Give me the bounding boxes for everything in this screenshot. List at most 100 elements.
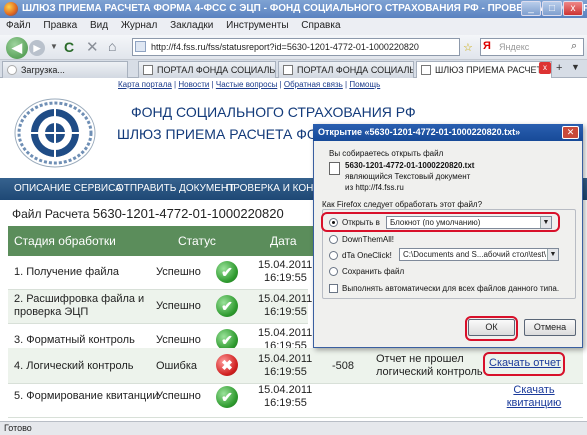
home-icon[interactable]: ⌂: [108, 38, 116, 54]
firefox-icon: [4, 2, 18, 16]
maximize-button[interactable]: □: [542, 1, 562, 16]
tab-label: ШЛЮЗ ПРИЕМА РАСЧЕТА...: [435, 65, 552, 75]
downthemall-radio[interactable]: [329, 235, 338, 244]
download-report-link[interactable]: Скачать отчет: [489, 357, 561, 369]
window-title: ШЛЮЗ ПРИЕМА РАСЧЕТА ФОРМА 4-ФСС С ЭЦП - …: [0, 0, 587, 18]
file-heading: Файл Расчета 5630-1201-4772-01-100022082…: [12, 206, 284, 221]
row-time: 16:19:55: [264, 366, 307, 378]
row-status: Успешно: [156, 334, 201, 346]
yandex-icon: Я: [483, 40, 491, 52]
row-time: 16:19:55: [264, 397, 307, 409]
row-date: 15.04.2011: [258, 293, 313, 305]
minimize-button[interactable]: _: [521, 1, 541, 16]
row-date: 15.04.2011: [258, 353, 313, 365]
row-status: Успешно: [156, 390, 201, 402]
link-sitemap[interactable]: Карта портала: [118, 80, 172, 89]
search-icon[interactable]: ⌕: [571, 40, 577, 53]
nav-service-description[interactable]: ОПИСАНИЕ СЕРВИСА: [14, 183, 122, 194]
row-time: 16:19:55: [264, 272, 307, 284]
row-status: Успешно: [156, 266, 201, 278]
row-stage: 5. Формирование квитанции: [14, 390, 159, 402]
ok-button[interactable]: ОК: [468, 319, 515, 336]
success-icon: ✔: [216, 261, 238, 283]
row-status: Успешно: [156, 300, 201, 312]
auto-checkbox[interactable]: [329, 284, 338, 293]
col-date: Дата: [270, 234, 297, 248]
dropdown-arrow-icon[interactable]: ▼: [547, 249, 558, 260]
tab-portal-2[interactable]: ПОРТАЛ ФОНДА СОЦИАЛЬН...: [278, 61, 414, 78]
nav-send-document[interactable]: ОТПРАВИТЬ ДОКУМЕНТ: [116, 183, 234, 194]
fss-logo-icon: [14, 98, 96, 168]
save-file-label: Сохранить файл: [342, 267, 405, 276]
link-news[interactable]: Новости: [178, 80, 209, 89]
error-message: Отчет не прошел логический контроль: [376, 353, 483, 378]
menu-history[interactable]: Журнал: [121, 20, 158, 31]
row-stage: 3. Форматный контроль: [14, 334, 135, 346]
table-row: 5. Формирование квитанции Успешно ✔ 15.0…: [8, 384, 583, 418]
bookmark-star-icon[interactable]: ☆: [463, 41, 473, 54]
status-bar: Готово: [0, 421, 587, 435]
stop-icon[interactable]: ✕: [86, 38, 99, 56]
success-icon: ✔: [216, 386, 238, 408]
menu-help[interactable]: Справка: [301, 20, 340, 31]
dialog-title: Открытие «5630-1201-4772-01-1000220820.t…: [313, 124, 583, 141]
dialog-close-button[interactable]: ✕: [562, 126, 579, 139]
tab-portal-1[interactable]: ПОРТАЛ ФОНДА СОЦИАЛЬН...: [138, 61, 276, 78]
url-text: http://f4.fss.ru/fss/statusreport?id=563…: [151, 42, 419, 52]
row-stage: 2. Расшифровка файла и проверка ЭЦП: [14, 293, 145, 318]
table-header: Стадия обработки Статус Дата: [8, 226, 348, 256]
tab-label: ПОРТАЛ ФОНДА СОЦИАЛЬН...: [297, 65, 413, 75]
dialog-file-source: из http://f4.fss.ru: [345, 183, 404, 192]
row-date: 15.04.2011: [258, 384, 313, 396]
menu-view[interactable]: Вид: [90, 20, 108, 31]
new-tab-icon[interactable]: +: [556, 62, 562, 74]
success-icon: ✔: [216, 295, 238, 317]
search-input[interactable]: Яндекс: [480, 38, 584, 56]
table-row: 1. Получение файла Успешно ✔ 15.04.2011 …: [8, 256, 312, 290]
save-file-radio[interactable]: [329, 267, 338, 276]
menu-edit[interactable]: Правка: [43, 20, 77, 31]
dropdown-arrow-icon[interactable]: ▼: [50, 42, 58, 51]
org-name: ФОНД СОЦИАЛЬНОГО СТРАХОВАНИЯ РФ: [131, 104, 416, 120]
forward-button[interactable]: ▶: [29, 40, 45, 56]
onetclick-label: dTa OneClick!: [342, 251, 392, 260]
col-status: Статус: [178, 234, 216, 248]
page-icon: [283, 65, 293, 75]
site-icon: [135, 41, 146, 52]
tab-label: Загрузка...: [21, 65, 65, 75]
downthemall-label: DownThemAll!: [342, 235, 395, 244]
open-with-select[interactable]: Блокнот (по умолчанию): [386, 216, 552, 229]
download-receipt-link[interactable]: Скачать квитанцию: [498, 384, 570, 410]
close-tab-icon[interactable]: x: [539, 62, 551, 74]
row-time: 16:19:55: [264, 306, 307, 318]
dialog-filename: 5630-1201-4772-01-1000220820.txt: [345, 161, 475, 170]
close-window-button[interactable]: x: [563, 1, 583, 16]
error-icon: ✖: [216, 354, 238, 376]
row-stage: 4. Логический контроль: [14, 360, 134, 372]
link-feedback[interactable]: Обратная связь: [284, 80, 343, 89]
onetclick-path-select[interactable]: C:\Documents and S...абочий стол\test\: [399, 248, 559, 261]
menu-file[interactable]: Файл: [6, 20, 31, 31]
menu-tools[interactable]: Инструменты: [226, 20, 288, 31]
tab-gateway[interactable]: ШЛЮЗ ПРИЕМА РАСЧЕТА...: [416, 61, 552, 78]
onetclick-radio[interactable]: [329, 251, 338, 260]
dialog-intro: Вы собираетесь открыть файл: [329, 149, 444, 158]
file-label: Файл Расчета: [12, 207, 90, 221]
link-faq[interactable]: Частые вопросы: [216, 80, 277, 89]
back-button[interactable]: ◀: [6, 37, 28, 59]
reload-icon[interactable]: C: [64, 39, 74, 55]
menu-bookmarks[interactable]: Закладки: [170, 20, 213, 31]
dropdown-arrow-icon[interactable]: ▼: [540, 217, 551, 228]
link-help[interactable]: Помощь: [349, 80, 380, 89]
auto-label: Выполнять автоматически для всех файлов …: [342, 284, 560, 293]
tab-loading[interactable]: Загрузка...: [2, 61, 128, 78]
open-with-label: Открыть в: [342, 218, 380, 227]
row-date: 15.04.2011: [258, 259, 313, 271]
text-file-icon: [329, 162, 340, 175]
address-bar[interactable]: http://f4.fss.ru/fss/statusreport?id=563…: [132, 38, 460, 56]
open-with-radio[interactable]: [329, 218, 338, 227]
cancel-button[interactable]: Отмена: [524, 319, 576, 336]
tab-list-icon[interactable]: ▼: [571, 62, 580, 72]
dialog-file-type: являющийся Текстовый документ: [345, 172, 471, 181]
spinner-icon: [7, 65, 17, 75]
